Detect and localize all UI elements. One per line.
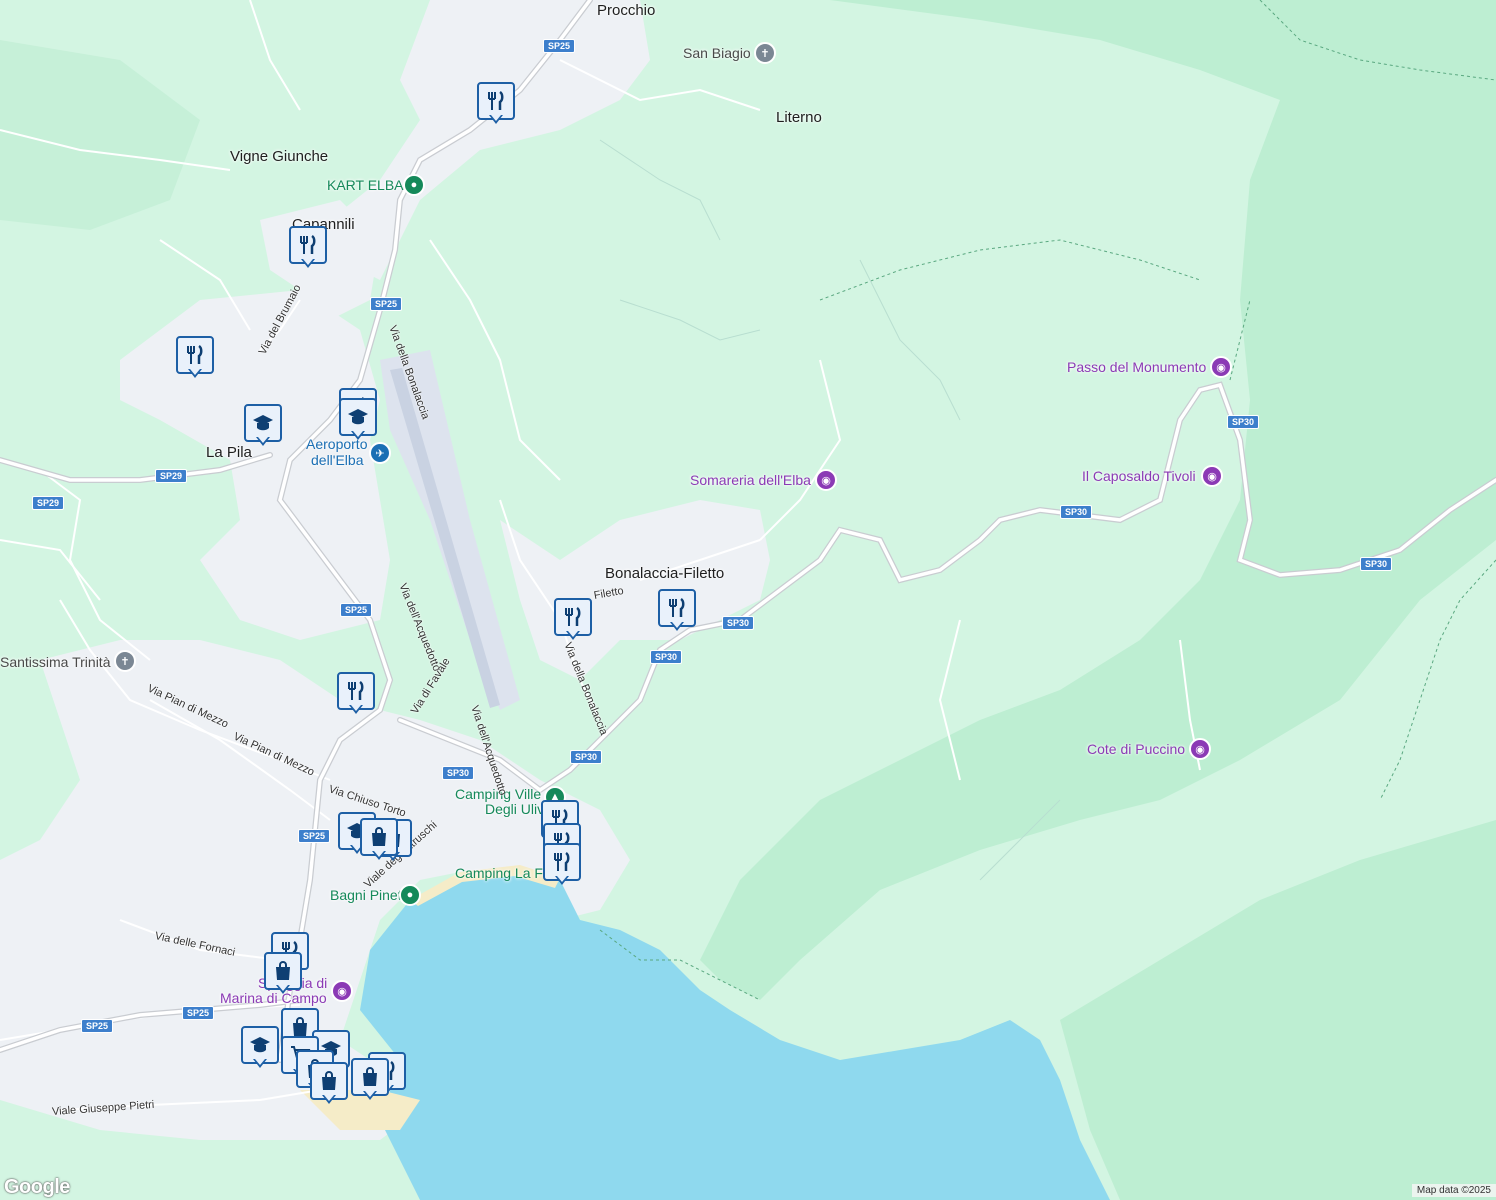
poi-cote-puccino[interactable]: Cote di Puccino bbox=[1087, 741, 1185, 757]
restaurant-marker[interactable] bbox=[477, 82, 515, 128]
poi-passo-monumento[interactable]: Passo del Monumento bbox=[1067, 359, 1206, 375]
road-shield-sp29: SP29 bbox=[155, 469, 188, 483]
camera-icon[interactable]: ◉ bbox=[1210, 356, 1232, 378]
shopping-marker[interactable] bbox=[351, 1058, 389, 1104]
road-shield-sp30: SP30 bbox=[722, 616, 755, 630]
airplane-icon[interactable]: ✈ bbox=[369, 442, 391, 464]
restaurant-icon bbox=[554, 851, 570, 871]
church-icon[interactable]: ✝ bbox=[754, 42, 776, 64]
camera-icon[interactable]: ◉ bbox=[331, 980, 353, 1002]
school-icon bbox=[253, 415, 273, 431]
place-literno: Literno bbox=[776, 109, 822, 126]
shopping-bag-icon bbox=[322, 1071, 336, 1090]
restaurant-marker[interactable] bbox=[289, 226, 327, 272]
restaurant-marker[interactable] bbox=[176, 336, 214, 382]
shopping-marker[interactable] bbox=[310, 1062, 348, 1108]
school-icon bbox=[348, 409, 368, 425]
pin-icon[interactable]: ● bbox=[399, 884, 421, 906]
poi-camping-ville-line2[interactable]: Degli Ulivi bbox=[485, 801, 547, 817]
poi-kart-elba[interactable]: KART ELBA bbox=[327, 177, 404, 193]
camera-icon[interactable]: ◉ bbox=[1189, 738, 1211, 760]
road-shield-sp25: SP25 bbox=[340, 603, 373, 617]
place-santissima-trinita: Santissima Trinità bbox=[0, 654, 111, 670]
map-attribution[interactable]: Map data ©2025 bbox=[1411, 1184, 1496, 1197]
camera-icon[interactable]: ◉ bbox=[1201, 465, 1223, 487]
poi-somareria[interactable]: Somareria dell'Elba bbox=[690, 472, 811, 488]
school-marker[interactable] bbox=[339, 398, 377, 444]
road-shield-sp30: SP30 bbox=[1227, 415, 1260, 429]
place-san-biagio: San Biagio bbox=[683, 45, 751, 61]
forest-area-west bbox=[0, 40, 200, 230]
restaurant-icon bbox=[348, 680, 364, 700]
shopping-marker[interactable] bbox=[360, 818, 398, 864]
church-icon[interactable]: ✝ bbox=[114, 650, 136, 672]
google-logo: Google bbox=[4, 1176, 70, 1198]
road-shield-sp30: SP30 bbox=[442, 766, 475, 780]
shopping-bag-icon bbox=[363, 1067, 377, 1086]
school-icon bbox=[250, 1037, 270, 1053]
restaurant-icon bbox=[187, 344, 203, 364]
restaurant-icon bbox=[488, 90, 504, 110]
road-shield-sp30: SP30 bbox=[570, 750, 603, 764]
restaurant-icon bbox=[669, 597, 685, 617]
forest-area-south bbox=[1060, 820, 1496, 1200]
road-shield-sp25: SP25 bbox=[182, 1006, 215, 1020]
camera-icon[interactable]: ◉ bbox=[815, 469, 837, 491]
shopping-marker[interactable] bbox=[264, 952, 302, 998]
road-shield-sp25: SP25 bbox=[298, 829, 331, 843]
poi-caposaldo[interactable]: Il Caposaldo Tivoli bbox=[1082, 468, 1196, 484]
road-shield-sp30: SP30 bbox=[1360, 557, 1393, 571]
road-shield-sp30: SP30 bbox=[1060, 505, 1093, 519]
place-vigne-giunche: Vigne Giunche bbox=[230, 148, 329, 165]
shopping-bag-icon bbox=[293, 1017, 307, 1036]
restaurant-marker[interactable] bbox=[543, 843, 581, 889]
place-procchio: Procchio bbox=[597, 2, 656, 19]
shopping-bag-icon bbox=[276, 961, 290, 980]
pin-icon[interactable]: ● bbox=[403, 174, 425, 196]
restaurant-marker[interactable] bbox=[554, 598, 592, 644]
restaurant-icon bbox=[300, 234, 316, 254]
school-marker[interactable] bbox=[244, 404, 282, 450]
restaurant-marker[interactable] bbox=[658, 589, 696, 635]
school-marker[interactable] bbox=[241, 1026, 279, 1072]
restaurant-marker[interactable] bbox=[337, 672, 375, 718]
road-shield-sp25: SP25 bbox=[81, 1019, 114, 1033]
road-shield-sp25: SP25 bbox=[370, 297, 403, 311]
map-canvas[interactable] bbox=[0, 0, 1496, 1200]
restaurant-icon bbox=[565, 606, 581, 626]
road-shield-sp29: SP29 bbox=[32, 496, 65, 510]
forest-area bbox=[700, 0, 1496, 1000]
road-shield-sp30: SP30 bbox=[650, 650, 683, 664]
poi-aeroporto-line2[interactable]: dell'Elba bbox=[311, 452, 364, 468]
shopping-bag-icon bbox=[372, 827, 386, 846]
road-shield-sp25: SP25 bbox=[543, 39, 576, 53]
place-bonalaccia-filetto: Bonalaccia-Filetto bbox=[605, 565, 725, 582]
